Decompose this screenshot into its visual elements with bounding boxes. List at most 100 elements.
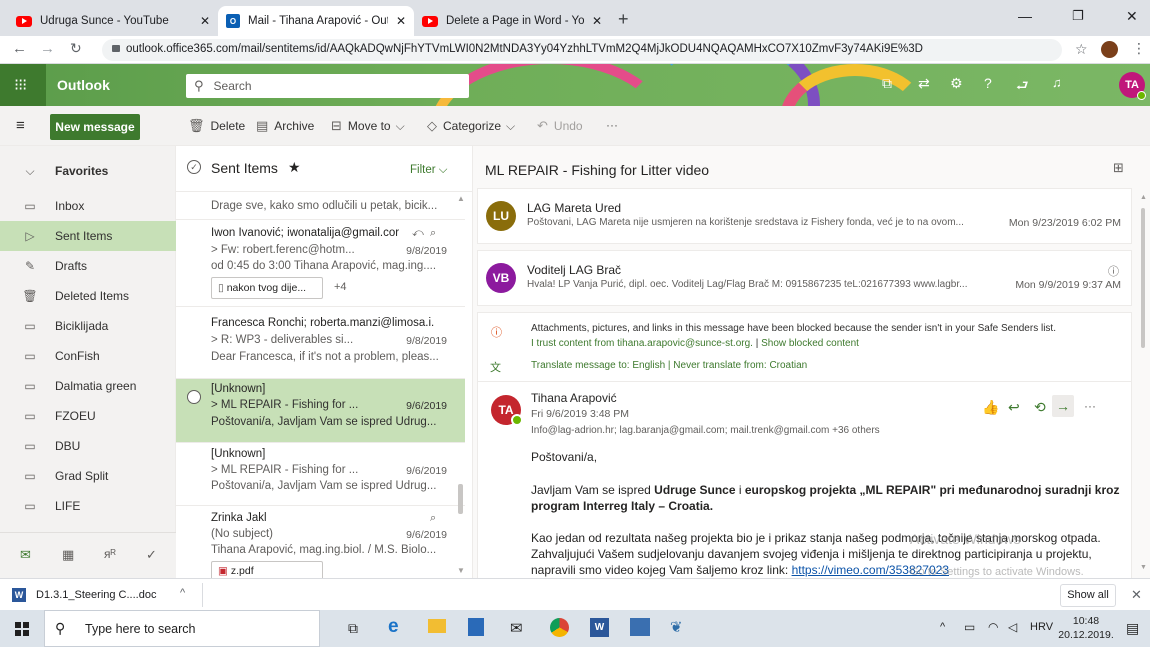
show-blocked-link[interactable]: Show blocked content: [761, 338, 859, 349]
sidebar-item-dalmatia-green[interactable]: ▭ Dalmatia green: [0, 371, 176, 401]
chevron-up-icon[interactable]: ^: [180, 587, 185, 599]
attachment-chip[interactable]: ▣ z.pdf: [211, 561, 323, 578]
notification-center-icon[interactable]: ▤: [1126, 620, 1139, 637]
undo-button[interactable]: ↶ Undo: [537, 118, 583, 134]
help-icon[interactable]: ?: [984, 75, 992, 91]
show-all-button[interactable]: Show all: [1060, 584, 1116, 607]
select-radio[interactable]: [187, 390, 201, 404]
list-item[interactable]: Drage sve, kako smo odlučili u petak, bi…: [176, 192, 465, 220]
attachment-chip[interactable]: ▯ nakon tvog dije...: [211, 277, 323, 299]
edge-icon[interactable]: e: [388, 616, 399, 638]
sidebar-item-drafts[interactable]: ✎ Drafts: [0, 251, 176, 281]
people-icon[interactable]: ᴙᴿ: [104, 547, 116, 561]
browser-tab-youtube-1[interactable]: Udruga Sunce - YouTube ✕: [8, 6, 218, 36]
close-tab-icon[interactable]: ✕: [396, 14, 406, 28]
forward-icon[interactable]: →: [1052, 395, 1074, 417]
download-file-name[interactable]: D1.3.1_Steering C....doc: [36, 589, 156, 601]
url-field[interactable]: outlook.office365.com/mail/sentitems/id/…: [102, 39, 1062, 61]
sidebar-item-inbox[interactable]: ▭ Inbox: [0, 191, 176, 221]
scroll-down-icon[interactable]: ▼: [457, 566, 465, 575]
trust-sender-link[interactable]: I trust content from tihana.arapovic@sun…: [531, 338, 753, 349]
bookmark-star-icon[interactable]: ☆: [1075, 41, 1088, 58]
browser-menu-icon[interactable]: ⋮: [1132, 40, 1146, 57]
archive-button[interactable]: ▤ Archive: [256, 118, 314, 134]
list-item[interactable]: Zrinka Jakl ⌕ (No subject) 9/6/2019 Tiha…: [176, 506, 465, 578]
paint-icon[interactable]: ❦: [670, 618, 683, 636]
scroll-up-icon[interactable]: ▲: [457, 194, 465, 203]
file-explorer-icon[interactable]: [428, 619, 446, 633]
close-tab-icon[interactable]: ✕: [200, 14, 210, 28]
reload-icon[interactable]: ↻: [70, 40, 82, 57]
browser-tab-outlook[interactable]: O Mail - Tihana Arapović - Outlook ✕: [218, 6, 414, 36]
store-icon[interactable]: [468, 618, 484, 636]
thread-item[interactable]: VB Voditelj LAG Brač Hvala! LP Vanja Pur…: [477, 250, 1132, 306]
expand-icon[interactable]: ⊞: [1113, 160, 1124, 176]
chrome-icon[interactable]: [550, 618, 569, 637]
photos-icon[interactable]: [630, 618, 650, 636]
close-downloads-icon[interactable]: ✕: [1131, 587, 1142, 603]
app-launcher-icon[interactable]: ⁝⁝⁝: [14, 75, 27, 95]
network-icon[interactable]: ◠: [988, 620, 998, 634]
list-item[interactable]: Francesca Ronchi; roberta.manzi@limosa.i…: [176, 307, 465, 379]
language-indicator[interactable]: HRV: [1030, 621, 1053, 633]
profile-avatar[interactable]: [1101, 41, 1118, 58]
sidebar-item-biciklijada[interactable]: ▭ Biciklijada: [0, 311, 176, 341]
todo-icon[interactable]: ⇄: [918, 75, 930, 92]
back-arrow-icon[interactable]: ←: [12, 40, 27, 57]
clock[interactable]: 10:48 20.12.2019.: [1058, 614, 1114, 642]
reply-icon[interactable]: ↩: [1008, 399, 1020, 416]
more-options-icon[interactable]: ···: [1084, 399, 1096, 413]
list-scrollbar[interactable]: [458, 484, 463, 514]
close-tab-icon[interactable]: ✕: [592, 14, 602, 28]
whats-new-icon[interactable]: ⮐: [1016, 75, 1029, 99]
taskbar-search-input[interactable]: ⚲ Type here to search: [44, 610, 320, 647]
move-to-button[interactable]: ⊟ Move to ⌵: [331, 118, 405, 134]
reply-all-icon[interactable]: ⟲: [1034, 399, 1046, 416]
forward-arrow-icon[interactable]: →: [40, 40, 55, 57]
sidebar-item-grad-split[interactable]: ▭ Grad Split: [0, 461, 176, 491]
favorites-header[interactable]: ⌵ Favorites: [0, 156, 176, 186]
filter-button[interactable]: Filter ⌵: [410, 164, 447, 177]
sidebar-item-confish[interactable]: ▭ ConFish: [0, 341, 176, 371]
reading-scrollbar[interactable]: [1141, 208, 1145, 348]
windows-start-icon[interactable]: [15, 622, 29, 636]
maximize-button[interactable]: ❐: [1072, 8, 1084, 24]
list-item[interactable]: Iwon Ivanović; iwonatalija@gmail.cor ⤺ ⌕…: [176, 220, 465, 307]
scroll-down-icon[interactable]: ▼: [1140, 564, 1147, 571]
list-item-selected[interactable]: [Unknown] > ML REPAIR - Fishing for ... …: [176, 379, 465, 443]
translate-links[interactable]: Translate message to: English | Never tr…: [531, 360, 807, 371]
message-recipients[interactable]: Info@lag-adrion.hr; lag.baranja@gmail.co…: [531, 425, 931, 436]
scroll-up-icon[interactable]: ▲: [1140, 194, 1147, 201]
new-message-button[interactable]: New message: [50, 114, 140, 140]
minimize-button[interactable]: —: [1018, 8, 1032, 24]
task-view-icon[interactable]: ⧉: [348, 620, 358, 637]
meet-now-icon[interactable]: ⧉: [882, 75, 892, 92]
tray-chevron-icon[interactable]: ^: [940, 621, 945, 633]
mail-icon[interactable]: ✉: [20, 547, 31, 563]
sidebar-item-sent-items[interactable]: ▷ Sent Items: [0, 221, 176, 251]
list-item[interactable]: [Unknown] > ML REPAIR - Fishing for ... …: [176, 443, 465, 506]
thread-item[interactable]: LU LAG Mareta Ured Poštovani, LAG Mareta…: [477, 188, 1132, 244]
sidebar-item-dbu[interactable]: ▭ DBU: [0, 431, 176, 461]
sidebar-item-fzoeu[interactable]: ▭ FZOEU: [0, 401, 176, 431]
close-window-button[interactable]: ✕: [1126, 8, 1138, 25]
hamburger-menu-icon[interactable]: ≡: [16, 117, 25, 134]
search-input[interactable]: ⚲ Search: [186, 74, 469, 98]
battery-icon[interactable]: ▭: [964, 620, 975, 634]
new-tab-button[interactable]: +: [618, 9, 629, 30]
delete-button[interactable]: 🗑 Delete: [188, 118, 245, 134]
browser-tab-youtube-2[interactable]: Delete a Page in Word - YouTube ✕: [414, 6, 610, 36]
favorite-star-icon[interactable]: ★: [288, 159, 301, 176]
sidebar-item-life[interactable]: ▭ LIFE: [0, 491, 176, 521]
mail-app-icon[interactable]: ✉: [510, 619, 523, 637]
notifications-bell-icon[interactable]: ♫: [1052, 75, 1062, 90]
word-app-icon[interactable]: W: [590, 618, 609, 637]
more-actions-button[interactable]: ···: [606, 118, 618, 132]
volume-icon[interactable]: ◁: [1008, 620, 1017, 634]
select-all-check-icon[interactable]: ✓: [187, 160, 201, 174]
settings-gear-icon[interactable]: ⚙: [950, 75, 963, 92]
like-icon[interactable]: 👍: [982, 399, 999, 416]
calendar-icon[interactable]: ▦: [62, 547, 74, 563]
categorize-button[interactable]: ◇ Categorize ⌵: [427, 118, 515, 134]
sidebar-item-deleted-items[interactable]: 🗑 Deleted Items: [0, 281, 176, 311]
